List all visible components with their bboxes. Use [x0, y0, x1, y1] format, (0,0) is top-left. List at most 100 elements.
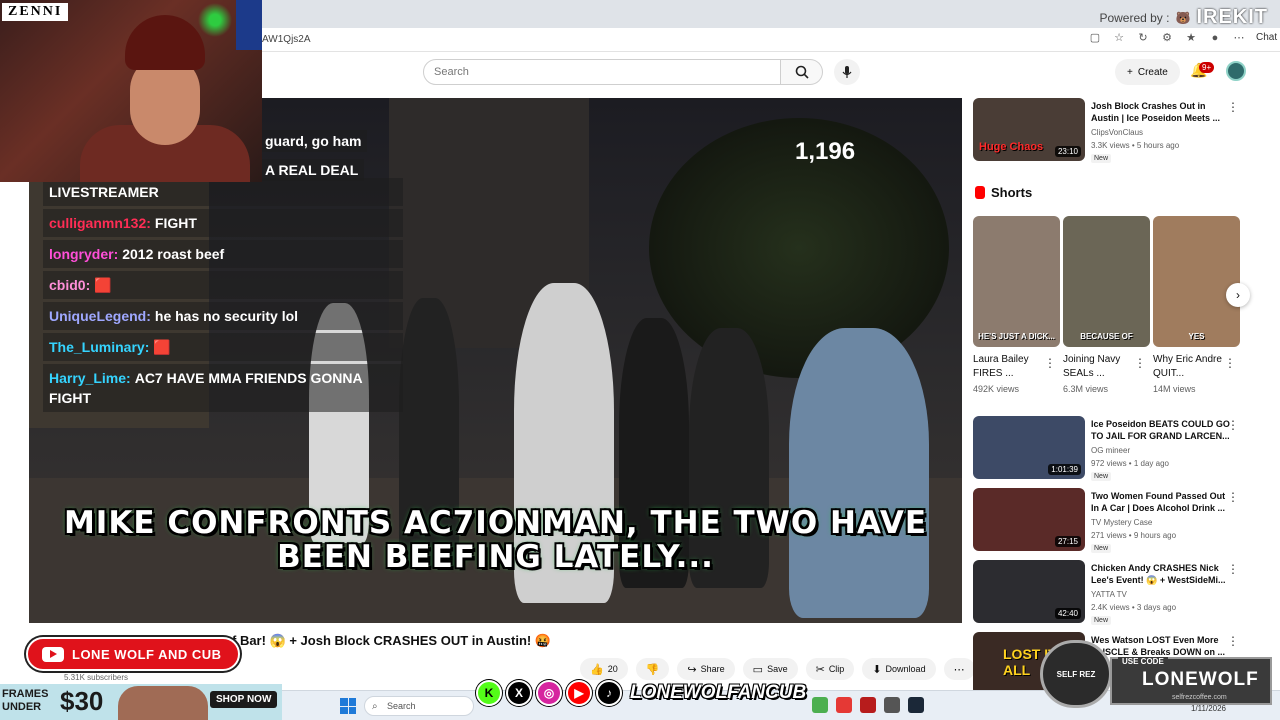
short-title[interactable]: Joining Navy SEALs ...	[1063, 353, 1138, 381]
channel-overlay-badge: LONE WOLF AND CUB	[26, 637, 240, 671]
kebab-menu-icon[interactable]: ⋮	[1227, 562, 1239, 576]
search-input[interactable]: Search	[423, 59, 781, 85]
chat-username: longryder:	[49, 246, 119, 262]
video-title[interactable]: Two Women Found Passed Out In A Car | Do…	[1091, 490, 1231, 514]
kebab-menu-icon[interactable]: ⋮	[1227, 634, 1239, 648]
download-icon: ⬇	[872, 663, 882, 676]
kebab-menu-icon[interactable]: ⋮	[1224, 356, 1236, 370]
browser-toolbar: ▢ ☆ ↻ ⚙ ★ ● ⋯ Chat	[1088, 31, 1277, 45]
url-text[interactable]: AW1Qjs2A	[262, 34, 311, 45]
short-overlay-text: BECAUSE OF	[1080, 332, 1133, 341]
subscriber-count: 5.31K subscribers	[64, 673, 129, 682]
netflix-app-icon[interactable]	[860, 697, 876, 713]
video-duration: 1:01:39	[1048, 464, 1081, 475]
video-title[interactable]: Josh Block Crashes Out in Austin | Ice P…	[1091, 100, 1231, 124]
chat-line: cbid0: 🟥	[43, 271, 403, 299]
promo-code: LONEWOLF	[1142, 669, 1259, 690]
video-thumbnail[interactable]: Huge Chaos 23:10	[973, 98, 1085, 161]
app-icon[interactable]	[884, 697, 900, 713]
kebab-menu-icon[interactable]: ⋮	[1134, 356, 1146, 370]
video-thumbnail[interactable]: 27:15	[973, 488, 1085, 551]
short-title[interactable]: Why Eric Andre QUIT...	[1153, 353, 1228, 381]
youtube-app-icon[interactable]	[836, 697, 852, 713]
recommended-video[interactable]: Huge Chaos 23:10 Josh Block Crashes Out …	[973, 98, 1245, 164]
short-views: 6.3M views	[1063, 384, 1109, 394]
bookmark-icon: ▭	[752, 663, 764, 676]
channel-name[interactable]: OG mineer	[1091, 446, 1130, 455]
windows-start-icon[interactable]	[340, 698, 356, 714]
short-thumbnail[interactable]: BECAUSE OF	[1063, 216, 1150, 347]
kebab-menu-icon[interactable]: ⋮	[1044, 356, 1056, 370]
thumbnail-text: Huge Chaos	[979, 141, 1044, 153]
share-label: Share	[700, 664, 725, 674]
create-label: Create	[1137, 66, 1168, 78]
extensions-icon[interactable]: ⚙	[1160, 31, 1174, 44]
zenni-promo-overlay: FRAMES UNDER $30 SHOP NOW	[0, 684, 282, 720]
video-meta: 972 views • 1 day ago	[1091, 459, 1169, 468]
channel-name[interactable]: ClipsVonClaus	[1091, 128, 1143, 137]
menu-dots-icon[interactable]: ⋯	[1232, 31, 1246, 44]
short-thumbnail[interactable]: HE'S JUST A DICK...	[973, 216, 1060, 347]
video-title: f Bar! 😱 + Josh Block CRASHES OUT in Aus…	[232, 633, 552, 648]
reader-icon[interactable]: ▢	[1088, 31, 1102, 44]
promo-code-box: USE CODE LONEWOLF selfrezcoffee.com	[1110, 657, 1272, 705]
download-button[interactable]: ⬇ Download	[862, 658, 936, 680]
taskbar-search-input[interactable]: ⌕ Search	[364, 696, 474, 716]
steam-app-icon[interactable]	[908, 697, 924, 713]
video-title[interactable]: Chicken Andy CRASHES Nick Lee's Event! 😱…	[1091, 562, 1231, 586]
chat-line: culliganmn132: FIGHT	[43, 209, 403, 237]
recommended-video[interactable]: 27:15 Two Women Found Passed Out In A Ca…	[973, 488, 1245, 554]
video-title[interactable]: Wes Watson LOST Even More MUSCLE & Break…	[1091, 634, 1231, 658]
shorts-logo-icon	[975, 186, 985, 199]
recommended-video[interactable]: 42:40 Chicken Andy CRASHES Nick Lee's Ev…	[973, 560, 1245, 626]
short-views: 492K views	[973, 384, 1020, 394]
short-thumbnail[interactable]: YES	[1153, 216, 1240, 347]
kebab-menu-icon[interactable]: ⋮	[1227, 418, 1239, 432]
caption-line: MIKE CONFRONTS AC7IONMAN, THE TWO HAVE	[63, 505, 928, 541]
chat-line: longryder: 2012 roast beef	[43, 240, 403, 268]
video-meta: 2.4K views • 3 days ago	[1091, 603, 1177, 612]
short-title[interactable]: Laura Bailey FIRES ...	[973, 353, 1048, 381]
video-thumbnail[interactable]: 42:40	[973, 560, 1085, 623]
use-code-label: USE CODE	[1118, 657, 1168, 666]
chat-line: UniqueLegend: he has no security lol	[43, 302, 403, 330]
favorite-star-icon[interactable]: ☆	[1112, 31, 1126, 44]
chevron-right-icon[interactable]: ›	[1226, 283, 1250, 307]
emote-icon: 🟥	[94, 277, 112, 293]
create-button[interactable]: + Create	[1115, 59, 1180, 85]
more-actions-button[interactable]: ⋯	[943, 658, 975, 680]
youtube-logo-icon	[42, 646, 64, 662]
notification-badge: 9+	[1199, 62, 1215, 73]
chat-username: culliganmn132:	[49, 215, 151, 231]
share-icon: ↪	[687, 663, 697, 676]
channel-name[interactable]: TV Mystery Case	[1091, 518, 1152, 527]
scissors-icon: ✂	[815, 663, 825, 676]
kick-icon: K	[476, 680, 502, 706]
channel-name[interactable]: YATTA TV	[1091, 590, 1127, 599]
profile-icon[interactable]: ●	[1208, 32, 1222, 44]
clip-button[interactable]: ✂ Clip	[805, 658, 855, 680]
shop-now-label: SHOP NOW	[210, 691, 278, 708]
video-title[interactable]: Ice Poseidon BEATS COULD GO TO JAIL FOR …	[1091, 418, 1231, 442]
webcam-background-screen	[236, 0, 262, 50]
new-badge: New	[1091, 154, 1112, 163]
voice-search-button[interactable]	[834, 59, 860, 85]
favorites-icon[interactable]: ★	[1184, 31, 1198, 44]
recommended-video[interactable]: 1:01:39 Ice Poseidon BEATS COULD GO TO J…	[973, 416, 1245, 482]
shorts-title: Shorts	[991, 185, 1033, 200]
search-button[interactable]	[781, 59, 823, 85]
kebab-menu-icon[interactable]: ⋮	[1227, 100, 1239, 114]
kebab-menu-icon[interactable]: ⋮	[1227, 490, 1239, 504]
chat-button[interactable]: Chat	[1256, 32, 1277, 43]
video-thumbnail[interactable]: 1:01:39	[973, 416, 1085, 479]
social-links-overlay: K X ◎ ▶ ♪ LONEWOLFANCUB	[476, 676, 806, 710]
x-twitter-icon: X	[506, 680, 532, 706]
chat-username: cbid0:	[49, 277, 91, 293]
app-icon[interactable]	[812, 697, 828, 713]
new-badge: New	[1091, 472, 1112, 481]
video-meta: 271 views • 9 hours ago	[1091, 531, 1177, 540]
webcam-lights	[195, 0, 235, 40]
like-count: 20	[607, 664, 618, 674]
account-avatar[interactable]	[1226, 61, 1246, 81]
refresh-icon[interactable]: ↻	[1136, 31, 1150, 44]
